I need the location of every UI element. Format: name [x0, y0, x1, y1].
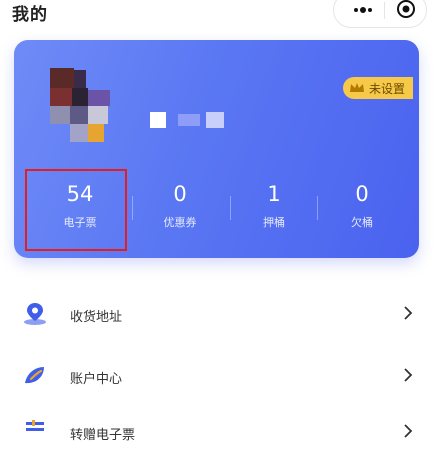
menu-item-label: 转赠电子票: [70, 428, 136, 443]
stat-value: 0: [173, 182, 187, 206]
e-ticket-highlight-box: [25, 169, 127, 251]
menu-item-label: 账户中心: [70, 372, 123, 387]
stat-label: 押桶: [263, 216, 285, 229]
location-pin-icon: [24, 303, 46, 325]
stat-value: 1: [267, 182, 281, 206]
avatar[interactable]: [48, 68, 126, 158]
stat-bucket-deposit[interactable]: 1 押桶: [224, 162, 324, 242]
stat-label: 优惠券: [163, 216, 197, 229]
nickname-pixelated: [150, 112, 224, 128]
mini-program-capsule: [333, 0, 427, 28]
stat-label: 欠桶: [351, 216, 373, 229]
menu-item-account[interactable]: 账户中心: [0, 356, 435, 396]
more-options-icon[interactable]: [342, 0, 384, 27]
close-target-icon[interactable]: [396, 0, 416, 19]
menu-item-transfer-ticket[interactable]: 转赠电子票: [0, 412, 435, 452]
chevron-right-icon: [404, 424, 413, 438]
profile-status-badge[interactable]: 未设置: [342, 77, 413, 99]
menu-item-address[interactable]: 收货地址: [0, 294, 435, 334]
wallet-icon: [25, 367, 44, 384]
badge-label: 未设置: [368, 81, 405, 96]
stat-coupons[interactable]: 0 优惠券: [130, 162, 230, 242]
stat-value: 0: [355, 182, 369, 206]
top-bar: 我的: [0, 0, 435, 28]
page-title: 我的: [12, 5, 48, 25]
stat-bucket-owed[interactable]: 0 欠桶: [312, 162, 412, 242]
chevron-right-icon: [404, 368, 413, 382]
crown-icon: [349, 83, 364, 92]
ticket-transfer-icon: [26, 420, 44, 431]
menu-item-label: 收货地址: [70, 310, 123, 325]
chevron-right-icon: [404, 306, 413, 320]
capsule-divider: [384, 2, 385, 19]
